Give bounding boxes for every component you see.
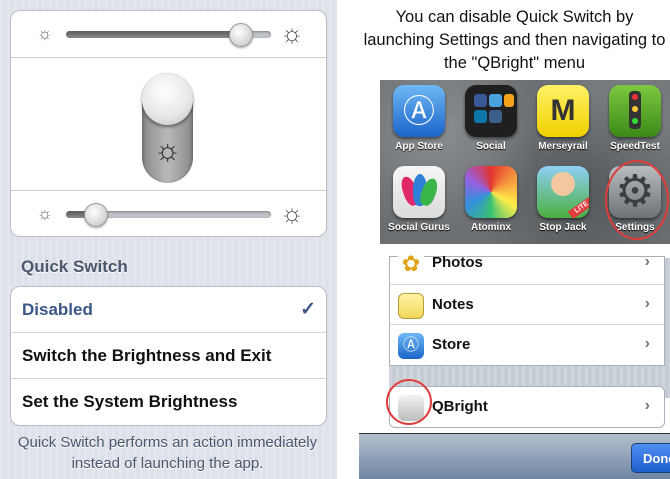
settings-row-notes[interactable]: Notes ›	[390, 285, 664, 325]
settings-highlight-circle	[605, 160, 669, 240]
quick-switch-toggle[interactable]: ☼	[142, 73, 193, 183]
atominx-app[interactable]: Atominx	[458, 166, 524, 233]
lite-badge: LITE	[567, 196, 589, 218]
row-label: Photos	[432, 254, 483, 271]
chevron-right-icon: ›	[644, 253, 650, 270]
chevron-right-icon: ›	[644, 295, 650, 312]
app-icon	[504, 94, 514, 107]
atominx-icon	[465, 166, 517, 218]
settings-row-store[interactable]: Ⓐ Store ›	[390, 325, 664, 365]
bottom-brightness-slider-row: ☼ ☼	[11, 190, 326, 237]
option-label: Disabled	[22, 300, 93, 319]
row-label: QBright	[432, 398, 488, 415]
option-switch-brightness-and-exit[interactable]: Switch the Brightness and Exit	[11, 333, 326, 379]
social-gurus-icon	[393, 166, 445, 218]
instructions-panel: You can disable Quick Switch by launchin…	[359, 0, 670, 479]
brightness-card: ☼ ☼ ☼ ☼ ☼	[10, 10, 327, 237]
quick-switch-settings-panel: ☼ ☼ ☼ ☼ ☼ Quick Switch Disabled ✓ Switch…	[0, 0, 337, 479]
app-name: Social Gurus	[388, 222, 450, 233]
bottom-brightness-slider[interactable]	[66, 203, 271, 227]
sun-large-icon: ☼	[280, 18, 304, 48]
settings-list: ✿ Photos › Notes › Ⓐ Store › QBright ›	[386, 251, 670, 428]
sun-small-icon: ☼	[37, 24, 53, 43]
light-icon	[632, 106, 638, 112]
light-icon	[632, 94, 638, 100]
option-label: Set the System Brightness	[22, 392, 238, 411]
app-name: Atominx	[471, 222, 511, 233]
app-name: Social	[476, 141, 506, 152]
social-gurus-app[interactable]: Social Gurus	[386, 166, 452, 233]
option-disabled[interactable]: Disabled ✓	[11, 287, 326, 333]
light-icon	[632, 118, 638, 124]
app-name: SpeedTest	[610, 141, 660, 152]
done-button[interactable]: Done	[631, 443, 670, 473]
linkedin-icon	[474, 110, 487, 123]
bottom-slider-knob[interactable]	[83, 203, 108, 227]
sun-small-icon: ☼	[37, 204, 53, 223]
option-label: Switch the Brightness and Exit	[22, 346, 272, 365]
instructions-text: You can disable Quick Switch by launchin…	[363, 8, 666, 72]
notes-icon	[398, 293, 424, 319]
settings-group: ✿ Photos › Notes › Ⓐ Store ›	[389, 251, 665, 366]
top-brightness-slider-row: ☼ ☼	[11, 11, 326, 57]
facebook-icon	[474, 94, 487, 107]
footer-note: Quick Switch performs an action immediat…	[17, 434, 318, 472]
checkmark-icon: ✓	[300, 299, 316, 320]
speedtest-icon	[609, 85, 661, 137]
chevron-right-icon: ›	[644, 335, 650, 352]
merseyrail-app[interactable]: M Merseyrail	[530, 85, 596, 152]
top-slider-knob[interactable]	[229, 23, 254, 47]
chevron-right-icon: ›	[644, 397, 650, 414]
divider	[11, 57, 326, 58]
app-name: Merseyrail	[538, 141, 588, 152]
home-screen: Ⓐ App Store Social M Merseyrail SpeedTes…	[380, 80, 670, 244]
social-folder-icon	[465, 85, 517, 137]
row-label: Notes	[432, 296, 474, 313]
stop-jack-app[interactable]: LITE Stop Jack	[530, 166, 596, 233]
character-face-icon	[551, 172, 575, 196]
quick-switch-options: Disabled ✓ Switch the Brightness and Exi…	[10, 286, 327, 426]
sun-large-icon: ☼	[280, 198, 304, 228]
sun-icon: ☼	[153, 134, 182, 167]
app-name: App Store	[395, 141, 443, 152]
qbright-highlight-circle	[386, 379, 432, 425]
store-icon: Ⓐ	[398, 333, 424, 359]
app-store-icon: Ⓐ	[393, 85, 445, 137]
stop-jack-icon: LITE	[537, 166, 589, 218]
social-folder[interactable]: Social	[458, 85, 524, 152]
merseyrail-icon: M	[537, 85, 589, 137]
top-slider-fill	[66, 31, 241, 38]
app-store-app[interactable]: Ⓐ App Store	[386, 85, 452, 152]
row-label: Store	[432, 336, 471, 353]
settings-row-photos[interactable]: ✿ Photos ›	[390, 243, 664, 285]
speedtest-app[interactable]: SpeedTest	[602, 85, 668, 152]
app-name: Stop Jack	[539, 222, 587, 233]
section-label: Quick Switch	[21, 257, 128, 276]
toggle-thumb[interactable]	[142, 73, 193, 125]
keyboard-toolbar: Done	[359, 433, 670, 479]
photos-icon: ✿	[398, 251, 424, 277]
app-icon	[489, 110, 502, 123]
top-brightness-slider[interactable]	[66, 23, 271, 47]
twitter-icon	[489, 94, 502, 107]
option-set-system-brightness[interactable]: Set the System Brightness	[11, 379, 326, 425]
